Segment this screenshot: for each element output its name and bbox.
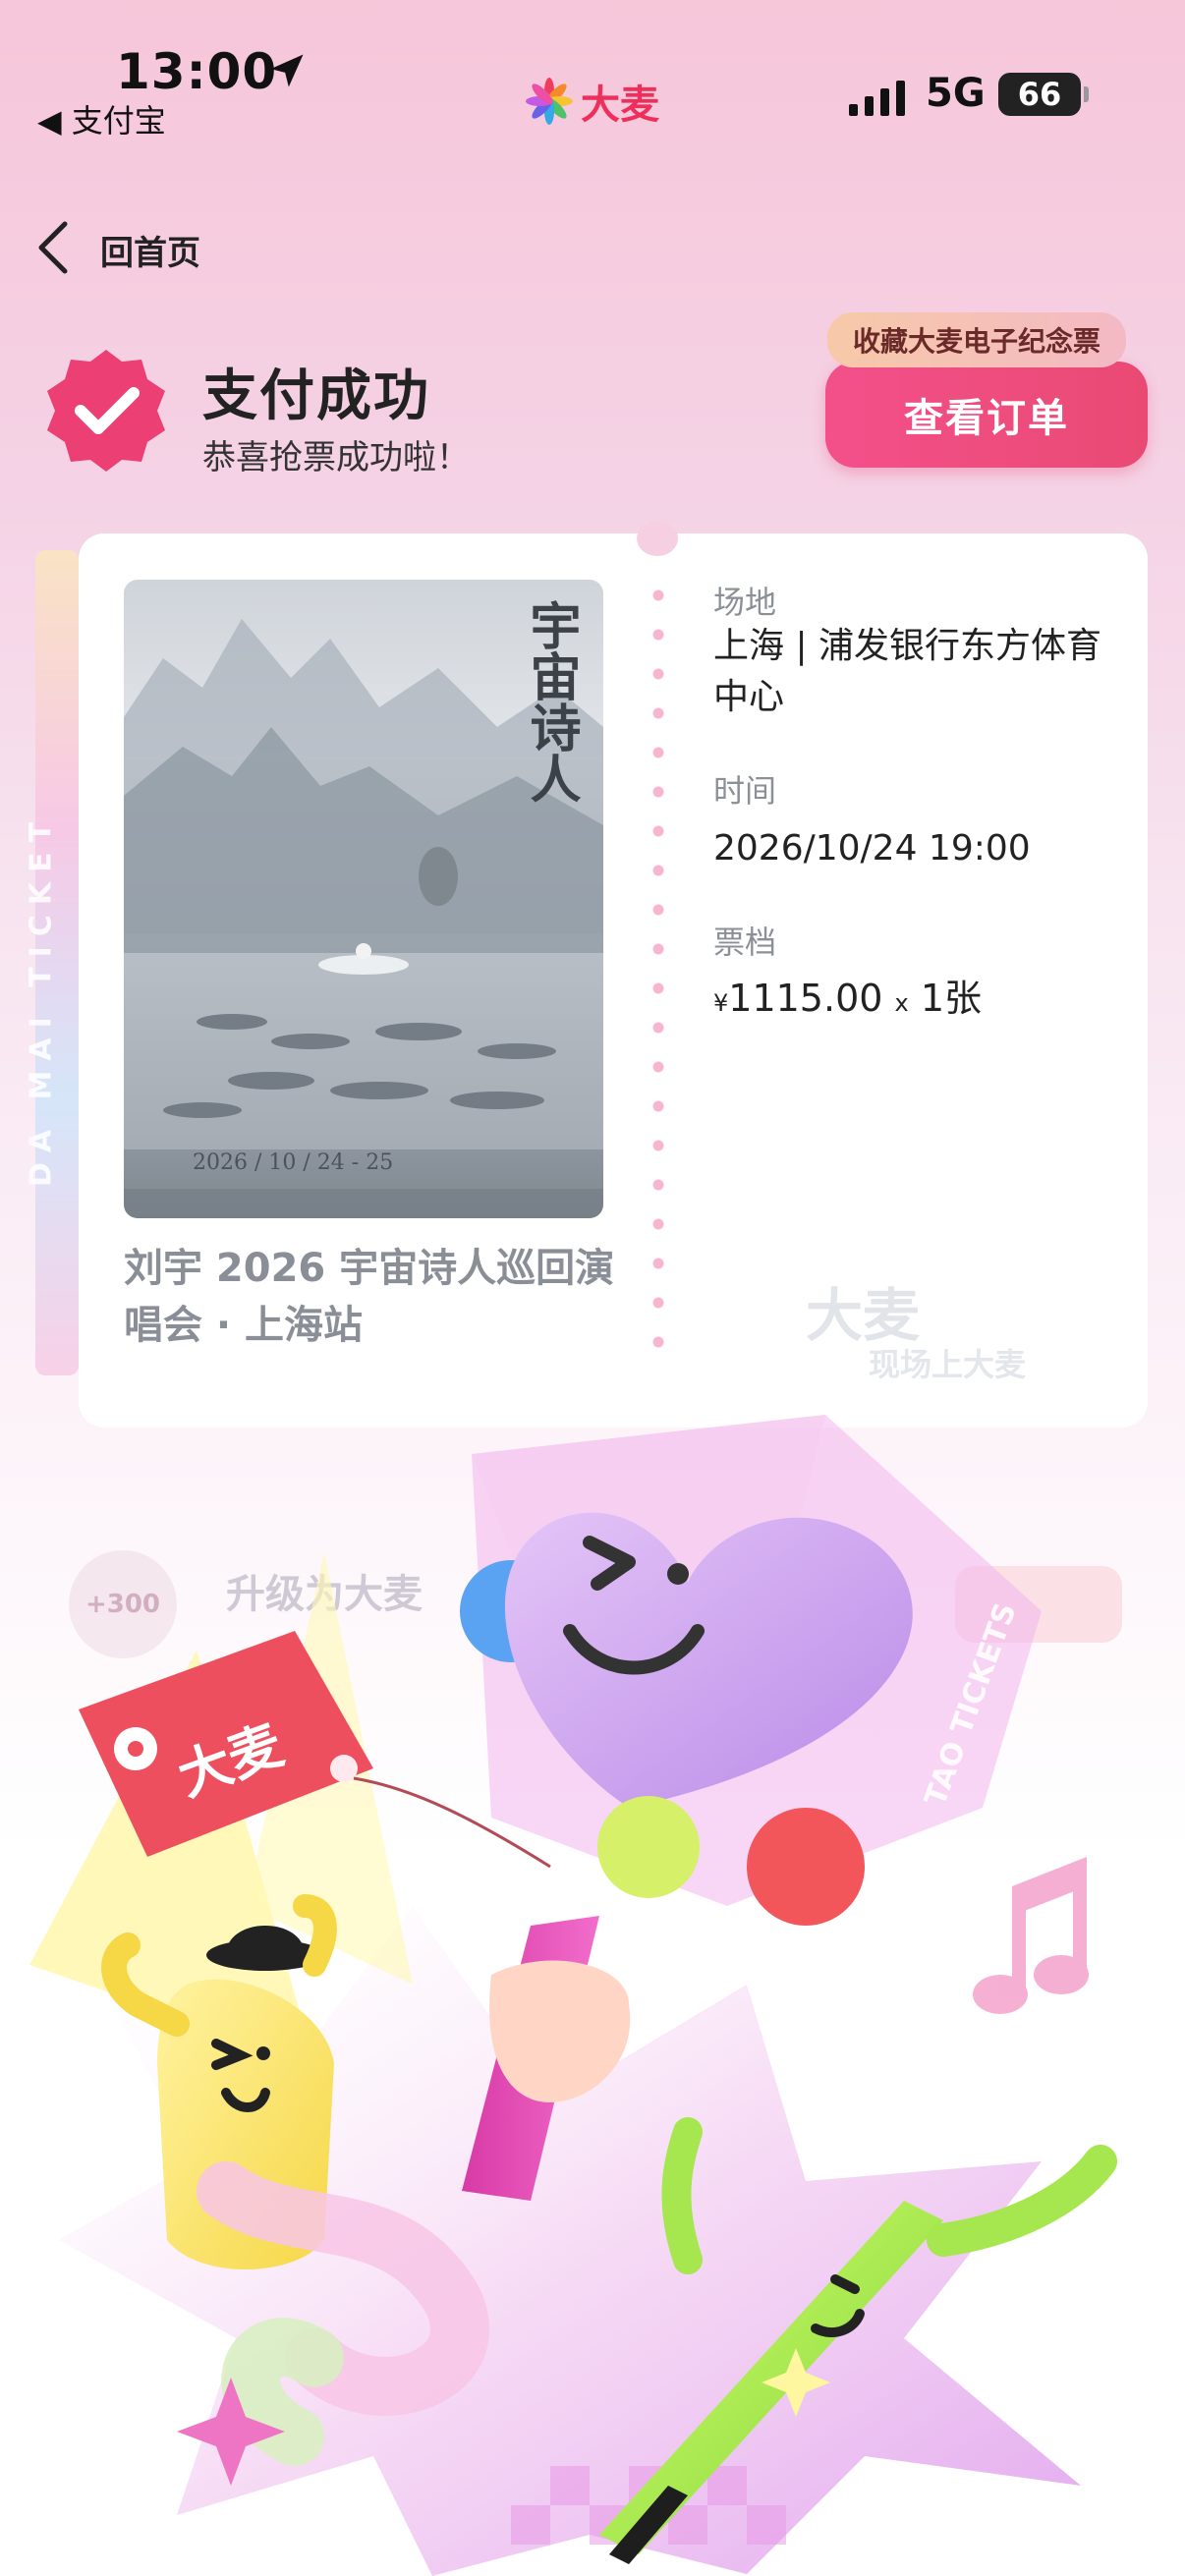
- ticket-perforation: [652, 576, 664, 1362]
- venue-label: 场地: [713, 584, 777, 621]
- tier-quantity: 1张: [920, 977, 982, 1020]
- tier-price: 1115.00: [728, 977, 883, 1020]
- ticket-notch: [637, 521, 678, 556]
- poster-dates: 2026 / 10 / 24 - 25: [193, 1150, 393, 1175]
- damai-logo-text: 大麦: [581, 83, 659, 128]
- tier-value: ¥1115.00 x 1张: [713, 973, 982, 1029]
- view-order-button[interactable]: 查看订单: [825, 362, 1148, 468]
- battery-indicator: 66: [998, 73, 1089, 116]
- back-home-link[interactable]: 回首页: [100, 226, 200, 274]
- venue-value: 上海 | 浦发银行东方体育中心: [713, 626, 1102, 717]
- status-time: 13:00: [116, 43, 278, 100]
- location-arrow-icon: [270, 54, 304, 87]
- damai-logo: 大麦: [526, 73, 659, 130]
- tier-currency: ¥: [713, 989, 729, 1017]
- event-poster[interactable]: 2026 / 10 / 24 - 25 宇宙诗人: [124, 580, 603, 1218]
- event-name: 刘宇 2026 宇宙诗人巡回演唱会 · 上海站: [124, 1246, 615, 1348]
- payment-success-title: 支付成功: [202, 364, 430, 428]
- payment-success-subtitle: 恭喜抢票成功啦！: [202, 438, 470, 477]
- ticket-rail-text: DA MAI TICKET: [24, 812, 59, 1188]
- tier-multiply: x: [894, 989, 909, 1017]
- tier-label: 票档: [713, 924, 777, 961]
- back-to-app-link[interactable]: ◀ 支付宝: [37, 96, 166, 141]
- cellular-signal-icon: [849, 81, 905, 116]
- poster-title: 宇宙诗人: [521, 599, 581, 804]
- back-chevron-icon[interactable]: [33, 218, 73, 277]
- damai-flower-icon: [526, 78, 573, 125]
- time-value: 2026/10/24 19:00: [713, 828, 1031, 868]
- network-type: 5G: [926, 71, 986, 116]
- music-note-icon: [973, 1857, 1089, 2014]
- celebration-illustration: TAO TICKETS 大麦: [29, 1415, 1117, 2576]
- success-check-badge-icon: [47, 350, 165, 472]
- souvenir-ticket-tag[interactable]: 收藏大麦电子纪念票: [827, 312, 1127, 367]
- time-label: 时间: [713, 772, 777, 810]
